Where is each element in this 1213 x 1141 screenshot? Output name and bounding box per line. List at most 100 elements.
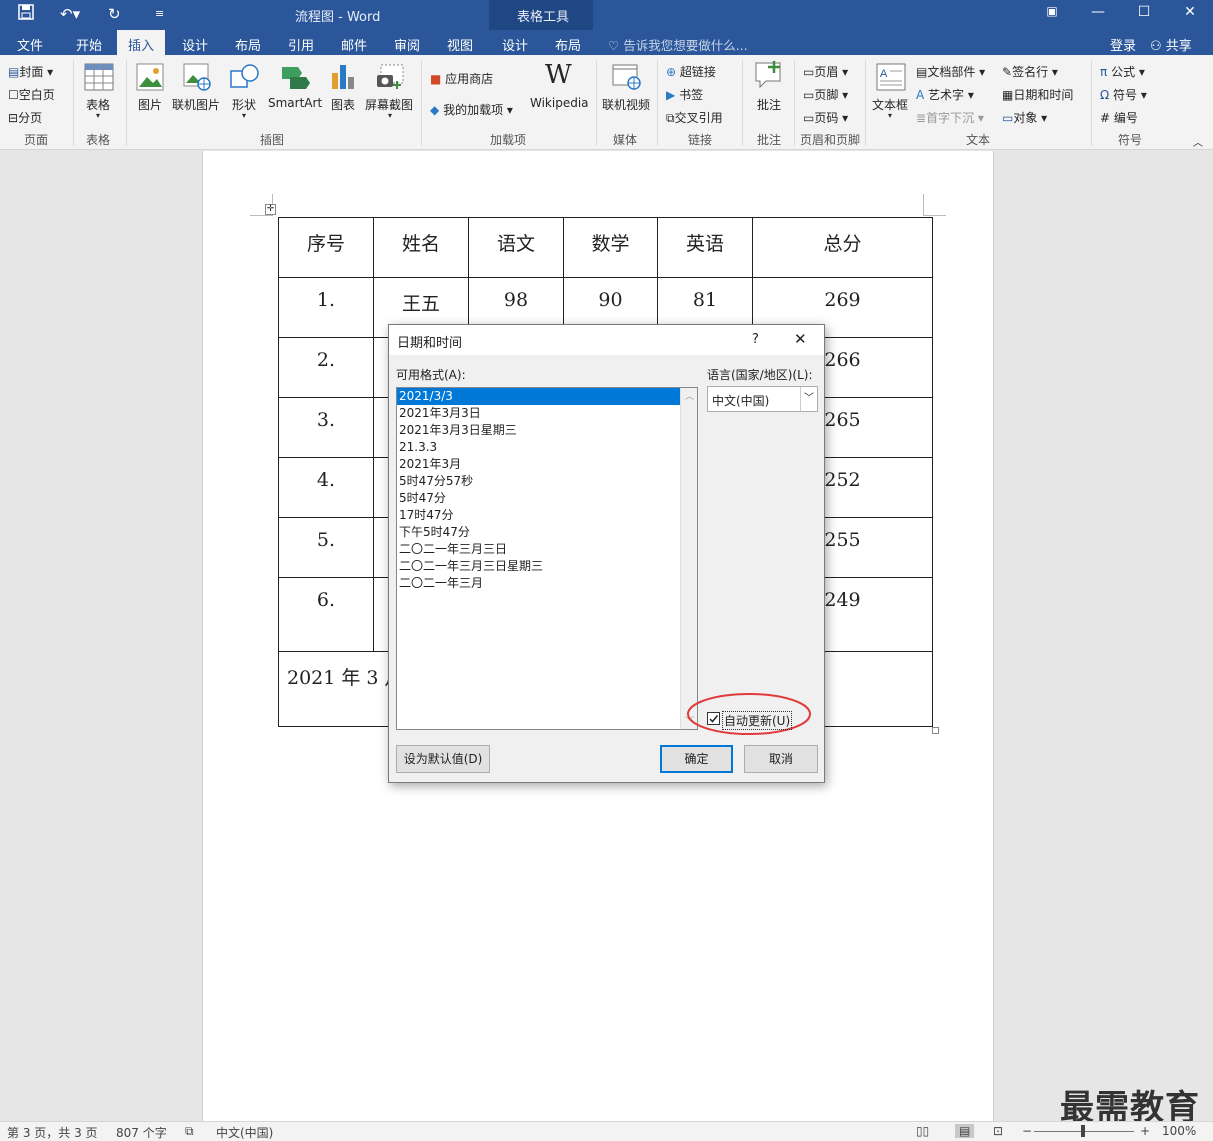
header-cell[interactable]: 姓名 <box>373 217 469 278</box>
format-item[interactable]: 二〇二一年三月三日 <box>397 541 680 558</box>
dropcap-button[interactable]: ≣首字下沉 ▾ <box>916 109 984 126</box>
format-item[interactable]: 17时47分 <box>397 507 680 524</box>
auto-update-checkbox[interactable] <box>707 712 720 725</box>
crossref-button[interactable]: ⧉交叉引用 <box>666 109 723 126</box>
datetime-button[interactable]: ▦日期和时间 <box>1002 86 1073 103</box>
table-dropdown-icon[interactable]: ▾ <box>96 111 100 120</box>
header-button[interactable]: ▭页眉 ▾ <box>803 63 848 80</box>
shapes-dropdown-icon[interactable]: ▾ <box>242 111 246 120</box>
set-default-button[interactable]: 设为默认值(D) <box>396 745 490 773</box>
format-item[interactable]: 21.3.3 <box>397 439 680 456</box>
textbox-dropdown-icon[interactable]: ▾ <box>888 111 892 120</box>
format-item[interactable]: 下午5时47分 <box>397 524 680 541</box>
table-cell[interactable]: 6. <box>278 577 374 652</box>
symbol-button[interactable]: Ω 符号 ▾ <box>1100 86 1147 103</box>
format-item[interactable]: 5时47分 <box>397 490 680 507</box>
chevron-down-icon[interactable]: ﹀ <box>800 387 817 411</box>
table-cell[interactable]: 4. <box>278 457 374 518</box>
online-picture-button[interactable]: 联机图片 <box>172 96 220 113</box>
header-cell[interactable]: 序号 <box>278 217 374 278</box>
share-button[interactable]: ⚇ 共享 <box>1150 35 1192 54</box>
language-status[interactable]: 中文(中国) <box>216 1124 273 1141</box>
table-cell[interactable]: 5. <box>278 517 374 578</box>
header-cell[interactable]: 总分 <box>752 217 933 278</box>
table-cell[interactable]: 1. <box>278 277 374 338</box>
footer-button[interactable]: ▭页脚 ▾ <box>803 86 848 103</box>
login-link[interactable]: 登录 <box>1110 35 1136 54</box>
cover-page-button[interactable]: ▤封面 ▾ <box>8 63 53 80</box>
dialog-close-icon[interactable]: ✕ <box>794 330 807 348</box>
tab-references[interactable]: 引用 <box>288 35 314 54</box>
format-item[interactable]: 2021年3月 <box>397 456 680 473</box>
tab-review[interactable]: 审阅 <box>394 35 420 54</box>
print-layout-icon[interactable]: ▤ <box>955 1124 975 1138</box>
bookmark-button[interactable]: ▶ 书签 <box>666 86 703 103</box>
minimize-button[interactable]: — <box>1086 4 1110 20</box>
wikipedia-button[interactable]: Wikipedia <box>530 96 589 110</box>
header-cell[interactable]: 数学 <box>563 217 658 278</box>
web-layout-icon[interactable]: ⊡ <box>993 1124 1003 1138</box>
auto-update-label[interactable]: 自动更新(U) <box>722 711 793 730</box>
tab-file[interactable]: 文件 <box>17 35 43 54</box>
equation-button[interactable]: π 公式 ▾ <box>1100 63 1145 80</box>
format-item[interactable]: 二〇二一年三月三日星期三 <box>397 558 680 575</box>
table-cell[interactable]: 2. <box>278 337 374 398</box>
collapse-ribbon-icon[interactable]: ︿ <box>1193 134 1203 149</box>
help-button[interactable]: ? <box>752 332 759 347</box>
tab-insert[interactable]: 插入 <box>117 30 166 55</box>
close-button[interactable]: ✕ <box>1178 4 1202 20</box>
customize-qat-icon[interactable]: ≡ <box>155 4 164 24</box>
ok-button[interactable]: 确定 <box>660 745 733 773</box>
language-select[interactable]: 中文(中国) ﹀ <box>707 386 818 412</box>
smartart-button[interactable]: SmartArt <box>268 96 322 110</box>
format-item[interactable]: 5时47分57秒 <box>397 473 680 490</box>
ribbon-display-icon[interactable]: ▣ <box>1040 4 1064 18</box>
my-addins-button[interactable]: ◆ 我的加载项 ▾ <box>430 101 513 118</box>
number-button[interactable]: # 编号 <box>1100 109 1138 126</box>
read-mode-icon[interactable]: ▯▯ <box>916 1124 929 1138</box>
save-icon[interactable] <box>18 4 34 25</box>
page-count[interactable]: 第 3 页，共 3 页 <box>7 1124 98 1141</box>
word-count[interactable]: 807 个字 <box>116 1124 167 1141</box>
tab-home[interactable]: 开始 <box>76 35 102 54</box>
hyperlink-button[interactable]: ⊕ 超链接 <box>666 63 716 80</box>
tab-table-layout[interactable]: 布局 <box>555 35 581 54</box>
signature-button[interactable]: ✎签名行 ▾ <box>1002 63 1058 80</box>
tab-design[interactable]: 设计 <box>182 35 208 54</box>
scroll-up-icon[interactable]: ︿ <box>685 389 694 402</box>
header-cell[interactable]: 语文 <box>468 217 564 278</box>
wordart-button[interactable]: A 艺术字 ▾ <box>916 86 974 103</box>
comment-button[interactable]: 批注 <box>757 96 781 113</box>
cancel-button[interactable]: 取消 <box>744 745 818 773</box>
format-item[interactable]: 2021年3月3日星期三 <box>397 422 680 439</box>
zoom-out-button[interactable]: − <box>1022 1124 1032 1138</box>
format-item[interactable]: 2021年3月3日 <box>397 405 680 422</box>
listbox-scrollbar[interactable]: ︿ ﹀ <box>680 388 697 729</box>
zoom-level[interactable]: 100% <box>1162 1124 1196 1138</box>
blank-page-button[interactable]: ☐空白页 <box>8 86 55 103</box>
screenshot-dropdown-icon[interactable]: ▾ <box>388 111 392 120</box>
table-cell[interactable]: 3. <box>278 397 374 458</box>
maximize-button[interactable]: ☐ <box>1132 4 1156 20</box>
tab-table-design[interactable]: 设计 <box>502 35 528 54</box>
table-resize-handle[interactable] <box>932 727 939 734</box>
proofing-icon[interactable]: ⧉ <box>185 1124 194 1139</box>
object-button[interactable]: ▭对象 ▾ <box>1002 109 1047 126</box>
chart-button[interactable]: 图表 <box>331 96 355 113</box>
format-item[interactable]: 2021/3/3 <box>397 388 680 405</box>
tab-view[interactable]: 视图 <box>447 35 473 54</box>
page-number-button[interactable]: ▭页码 ▾ <box>803 109 848 126</box>
quickparts-button[interactable]: ▤文档部件 ▾ <box>916 63 985 80</box>
undo-icon[interactable]: ↶▾ <box>60 4 80 24</box>
format-item[interactable]: 二〇二一年三月 <box>397 575 680 592</box>
zoom-slider-thumb[interactable] <box>1081 1125 1085 1137</box>
header-cell[interactable]: 英语 <box>657 217 753 278</box>
zoom-in-button[interactable]: + <box>1140 1124 1150 1138</box>
redo-icon[interactable]: ↻ <box>108 4 121 24</box>
tab-mailings[interactable]: 邮件 <box>341 35 367 54</box>
page-break-button[interactable]: ⊟分页 <box>8 109 42 126</box>
store-button[interactable]: ■ 应用商店 <box>430 70 493 87</box>
online-video-button[interactable]: 联机视频 <box>602 96 650 113</box>
table-move-handle-icon[interactable]: ✛ <box>265 204 276 215</box>
formats-listbox[interactable]: 2021/3/3 2021年3月3日 2021年3月3日星期三 21.3.3 2… <box>396 387 698 730</box>
